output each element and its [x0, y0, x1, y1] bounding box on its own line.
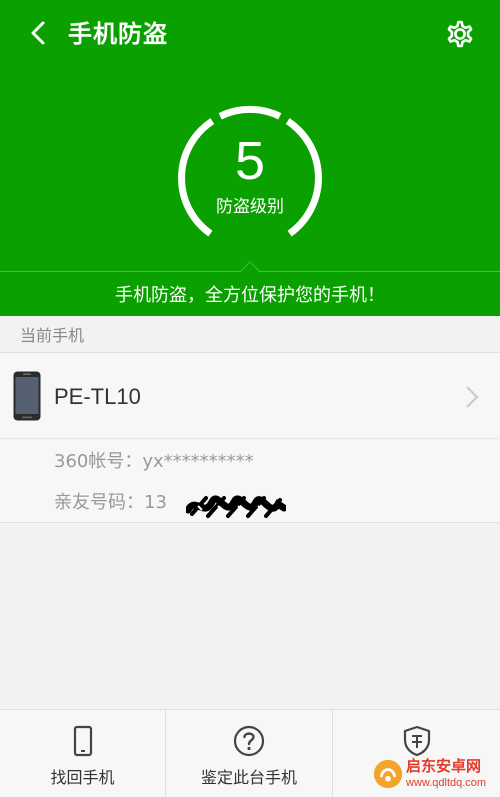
header: 手机防盗 5 防盗级别 手机防盗，全方位保护您的手机！ — [0, 0, 500, 316]
device-name: PE-TL10 — [54, 384, 141, 409]
top-bar: 手机防盗 — [0, 0, 500, 68]
find-phone-tab[interactable]: 找回手机 — [0, 710, 166, 797]
watermark-text: 启东安卓网 — [406, 757, 482, 775]
account-info: 360帐号：yx********** — [54, 449, 254, 475]
security-level-value: 5 — [234, 131, 266, 191]
gear-icon[interactable] — [442, 16, 478, 52]
watermark-logo: 启东安卓网 www.qdltdq.com — [370, 754, 500, 797]
divider-notch — [240, 261, 260, 281]
watermark-logo-icon — [373, 759, 403, 789]
security-level-label: 防盗级别 — [216, 197, 284, 217]
current-device-card: PE-TL10 360帐号：yx********** 亲友号码：13 — [0, 352, 500, 523]
help-circle-icon — [233, 725, 265, 757]
shield-icon — [403, 725, 430, 757]
chevron-left-icon[interactable] — [24, 18, 54, 48]
page-title: 手机防盗 — [68, 20, 168, 48]
slogan-text: 手机防盗，全方位保护您的手机！ — [115, 285, 385, 306]
verify-phone-tab[interactable]: 鉴定此台手机 — [166, 710, 333, 797]
device-row[interactable]: PE-TL10 — [0, 353, 500, 439]
verify-phone-label: 鉴定此台手机 — [200, 768, 297, 787]
account-label: 360帐号： — [54, 451, 143, 472]
contact-value: 13 — [144, 492, 167, 513]
watermark-url: www.qdltdq.com — [406, 777, 487, 789]
phone-icon — [73, 725, 92, 757]
section-label-current-phone: 当前手机 — [20, 326, 85, 345]
account-value: yx********** — [142, 451, 254, 472]
smartphone-icon — [13, 371, 41, 421]
find-phone-label: 找回手机 — [50, 768, 115, 787]
contact-info: 亲友号码：13 — [54, 490, 167, 516]
chevron-right-icon — [466, 386, 479, 408]
redaction-scribble — [186, 495, 286, 518]
contact-label: 亲友号码： — [54, 492, 144, 513]
